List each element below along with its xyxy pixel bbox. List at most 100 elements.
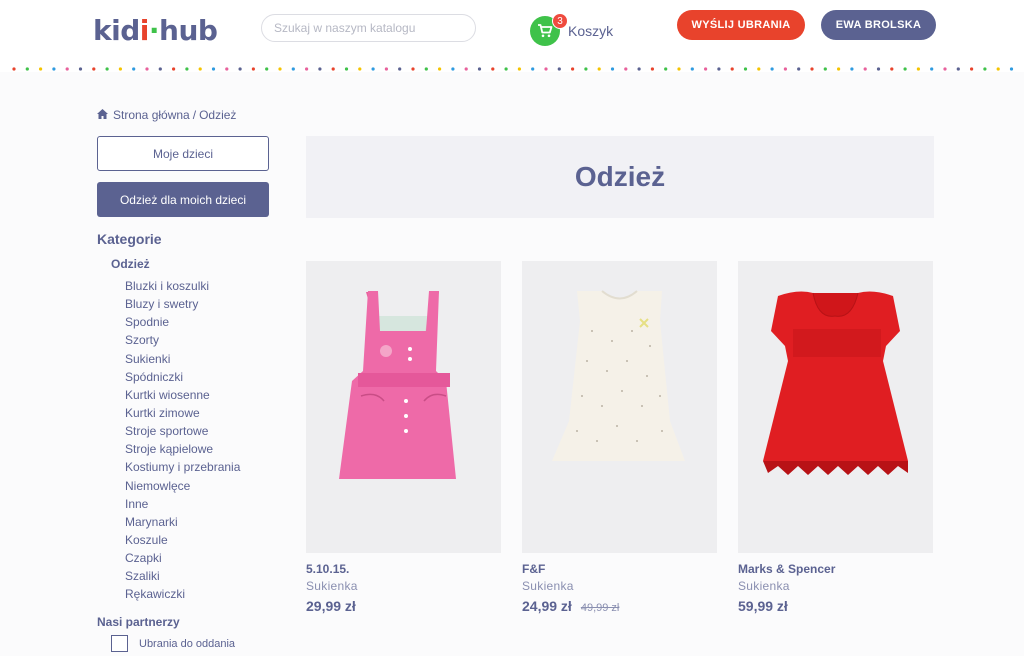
decorative-dot — [850, 67, 854, 71]
product-brand[interactable]: 5.10.15. — [306, 562, 501, 577]
breadcrumb-current: Odzież — [199, 108, 237, 122]
header: kidi·hub 3 Koszyk WYŚLIJ UBRANIA EWA BRO… — [0, 0, 1024, 62]
decorative-dot — [531, 67, 535, 71]
decorative-dot — [331, 67, 335, 71]
decorative-dot — [371, 67, 375, 71]
user-account-button[interactable]: EWA BROLSKA — [821, 10, 936, 40]
decorative-dot — [797, 67, 801, 71]
product-price: 29,99 zł — [306, 598, 356, 614]
product-card[interactable]: F&F Sukienka 24,99 zł 49,99 zł — [522, 261, 717, 617]
decorative-dot-strip — [0, 62, 1024, 72]
decorative-dot — [624, 67, 628, 71]
product-price: 24,99 zł 49,99 zł — [522, 598, 620, 614]
clothes-for-my-kids-button[interactable]: Odzież dla moich dzieci — [97, 182, 269, 217]
decorative-dot — [664, 67, 668, 71]
decorative-dot — [757, 67, 761, 71]
decorative-dot — [863, 67, 867, 71]
decorative-dot — [783, 67, 788, 71]
category-item[interactable]: Koszule — [125, 531, 240, 549]
category-item[interactable]: Rękawiczki — [125, 585, 240, 603]
category-item[interactable]: Kurtki zimowe — [125, 404, 240, 422]
category-item[interactable]: Bluzy i swetry — [125, 295, 240, 313]
decorative-dot — [823, 67, 827, 71]
decorative-dot — [717, 67, 721, 71]
decorative-dot — [305, 67, 309, 71]
decorative-dot — [211, 67, 216, 71]
category-parent-link[interactable]: Odzież — [111, 257, 150, 271]
product-type: Sukienka — [522, 579, 574, 593]
decorative-dot — [172, 67, 176, 71]
cart-label: Koszyk — [568, 23, 614, 39]
product-card[interactable]: Marks & Spencer Sukienka 59,99 zł — [738, 261, 933, 615]
decorative-dot — [943, 67, 947, 71]
search-input[interactable] — [261, 14, 476, 42]
partner-checkbox[interactable] — [111, 635, 128, 652]
category-item[interactable]: Stroje kąpielowe — [125, 440, 240, 458]
decorative-dot — [105, 67, 109, 71]
decorative-dot — [610, 67, 615, 71]
category-item[interactable]: Stroje sportowe — [125, 422, 240, 440]
decorative-dot — [730, 67, 734, 71]
product-brand[interactable]: F&F — [522, 562, 717, 577]
decorative-dot — [278, 67, 282, 71]
breadcrumb: Strona główna / Odzież — [97, 108, 236, 122]
decorative-dot — [251, 67, 255, 71]
breadcrumb-home-link[interactable]: Strona główna — [113, 108, 190, 122]
page-title-banner: Odzież — [306, 136, 934, 218]
category-item[interactable]: Spodnie — [125, 313, 240, 331]
decorative-dot — [544, 67, 548, 71]
home-icon[interactable] — [97, 108, 108, 122]
category-item[interactable]: Szorty — [125, 331, 240, 349]
decorative-dot — [743, 67, 748, 71]
my-kids-button[interactable]: Moje dzieci — [97, 136, 269, 171]
decorative-dot — [78, 67, 83, 71]
category-item[interactable]: Sukienki — [125, 350, 240, 368]
decorative-dot — [504, 67, 508, 71]
decorative-dot — [52, 67, 56, 71]
partner-filter: Ubrania do oddania — [111, 635, 235, 652]
send-clothes-button[interactable]: WYŚLIJ UBRANIA — [677, 10, 805, 40]
decorative-dot — [25, 67, 29, 71]
category-item[interactable]: Marynarki — [125, 513, 240, 531]
decorative-dot — [265, 67, 269, 71]
decorative-dot — [597, 67, 601, 71]
decorative-dot — [903, 67, 907, 71]
decorative-dot — [996, 67, 1000, 71]
category-item[interactable]: Bluzki i koszulki — [125, 277, 240, 295]
category-item[interactable]: Kostiumy i przebrania — [125, 458, 240, 476]
cart-button[interactable]: 3 Koszyk — [530, 13, 614, 46]
decorative-dot — [637, 67, 641, 71]
decorative-dot — [677, 67, 681, 71]
product-image[interactable] — [738, 261, 933, 553]
decorative-dot — [225, 67, 229, 71]
product-brand[interactable]: Marks & Spencer — [738, 562, 933, 577]
kidihub-logo[interactable]: kidi·hub — [93, 14, 218, 48]
product-type: Sukienka — [738, 579, 790, 593]
decorative-dot — [464, 67, 468, 71]
categories-heading: Kategorie — [97, 231, 162, 247]
category-item[interactable]: Szaliki — [125, 567, 240, 585]
category-item[interactable]: Spódniczki — [125, 368, 240, 386]
category-item[interactable]: Niemowlęce — [125, 477, 240, 495]
decorative-dot — [424, 67, 428, 71]
category-item[interactable]: Kurtki wiosenne — [125, 386, 240, 404]
decorative-dot — [571, 67, 575, 71]
decorative-dot — [65, 67, 69, 71]
decorative-dot — [983, 67, 987, 71]
partner-label: Ubrania do oddania — [139, 637, 236, 650]
category-list: Bluzki i koszulki Bluzy i swetry Spodnie… — [125, 277, 240, 604]
page-title: Odzież — [574, 161, 666, 192]
decorative-dot — [318, 67, 322, 71]
product-image[interactable] — [522, 261, 717, 553]
product-image[interactable] — [306, 261, 501, 553]
product-old-price: 49,99 zł — [580, 602, 620, 614]
decorative-dot — [384, 67, 388, 71]
decorative-dot — [358, 67, 362, 71]
decorative-dot — [238, 67, 242, 71]
decorative-dot — [970, 67, 974, 71]
decorative-dot — [92, 67, 96, 71]
category-item[interactable]: Czapki — [125, 549, 240, 567]
decorative-dot — [1009, 67, 1014, 71]
category-item[interactable]: Inne — [125, 495, 240, 513]
product-card[interactable]: 5.10.15. Sukienka 29,99 zł — [306, 261, 501, 615]
